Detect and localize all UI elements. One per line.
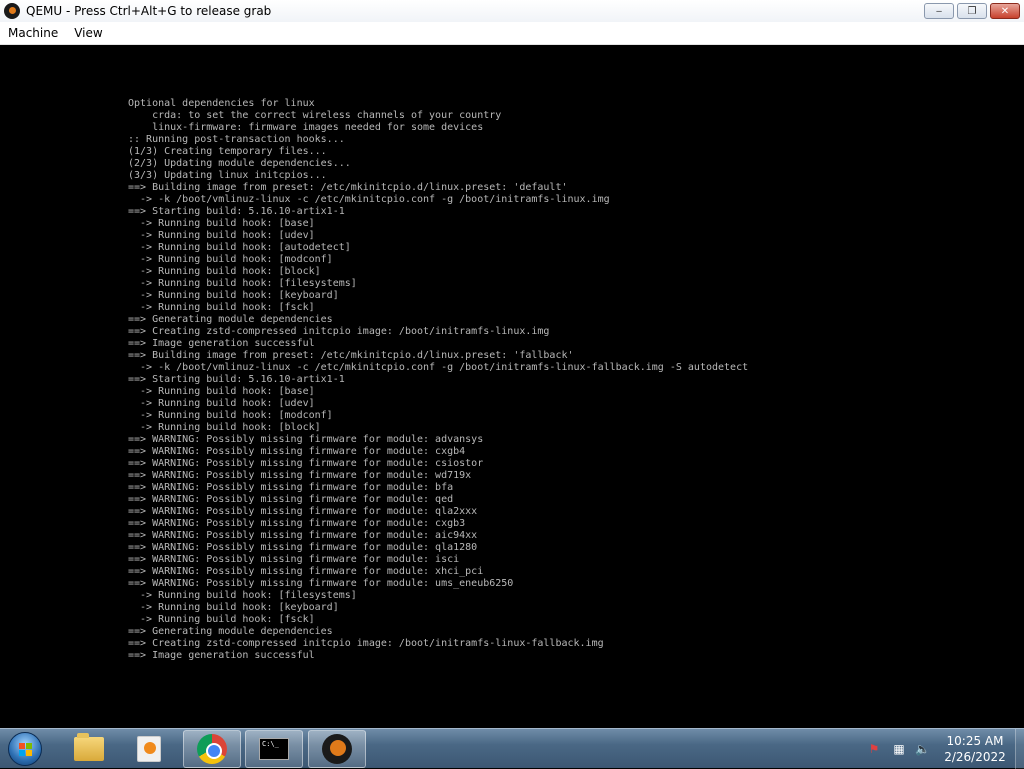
menu-view[interactable]: View xyxy=(66,26,110,40)
console-line: ==> Building image from preset: /etc/mki… xyxy=(128,182,568,193)
console-line: ==> Creating zstd-compressed initcpio im… xyxy=(128,638,604,649)
console-line: -> Running build hook: [block] xyxy=(128,266,321,277)
console-line: -> Running build hook: [modconf] xyxy=(128,410,333,421)
start-button[interactable] xyxy=(8,732,42,766)
media-player-icon xyxy=(137,736,161,762)
console-line: ==> WARNING: Possibly missing firmware f… xyxy=(128,518,466,529)
console-line: -> Running build hook: [filesystems] xyxy=(128,278,357,289)
console-line: ==> WARNING: Possibly missing firmware f… xyxy=(128,494,454,505)
console-line: ==> WARNING: Possibly missing firmware f… xyxy=(128,530,478,541)
console-line: ==> Generating module dependencies xyxy=(128,626,333,637)
clock-time: 10:25 AM xyxy=(946,734,1004,748)
console-line: linux-firmware: firmware images needed f… xyxy=(128,122,484,133)
console-line: ==> Creating zstd-compressed initcpio im… xyxy=(128,326,550,337)
console-line: (3/3) Updating linux initcpios... xyxy=(128,170,327,181)
console-line: ==> WARNING: Possibly missing firmware f… xyxy=(128,470,472,481)
console-line: :: Running post-transaction hooks... xyxy=(128,134,345,145)
console-line: -> Running build hook: [udev] xyxy=(128,230,315,241)
console-line: -> Running build hook: [filesystems] xyxy=(128,590,357,601)
console-line: -> Running build hook: [modconf] xyxy=(128,254,333,265)
system-clock[interactable]: 10:25 AM 2/26/2022 xyxy=(940,733,1010,765)
console-line: ==> Generating module dependencies xyxy=(128,314,333,325)
console-line: Optional dependencies for linux xyxy=(128,98,315,109)
console-line: ==> WARNING: Possibly missing firmware f… xyxy=(128,554,460,565)
console-line: -> -k /boot/vmlinuz-linux -c /etc/mkinit… xyxy=(128,194,610,205)
console-line: -> Running build hook: [autodetect] xyxy=(128,242,351,253)
console-line: ==> WARNING: Possibly missing firmware f… xyxy=(128,566,484,577)
menu-machine[interactable]: Machine xyxy=(0,26,66,40)
vm-display[interactable]: Optional dependencies for linux crda: to… xyxy=(0,46,1024,728)
taskbar: C:\_ ⚑ ▦ 🔈 10:25 AM 2/26/2022 xyxy=(0,728,1024,769)
console-line: -> Running build hook: [block] xyxy=(128,422,321,433)
console-line: -> Running build hook: [base] xyxy=(128,218,315,229)
action-center-flag-icon[interactable]: ⚑ xyxy=(867,742,881,756)
taskbar-chrome-button[interactable] xyxy=(183,730,241,768)
command-prompt-icon: C:\_ xyxy=(259,738,289,760)
console-line: -> Running build hook: [fsck] xyxy=(128,614,315,625)
console-line: ==> WARNING: Possibly missing firmware f… xyxy=(128,458,484,469)
console-line: ==> Starting build: 5.16.10-artix1-1 xyxy=(128,206,345,217)
network-icon[interactable]: ▦ xyxy=(892,742,906,756)
console-line: ==> WARNING: Possibly missing firmware f… xyxy=(128,578,514,589)
console-line: (2/3) Updating module dependencies... xyxy=(128,158,351,169)
show-desktop-button[interactable] xyxy=(1015,729,1024,769)
qemu-app-icon[interactable] xyxy=(4,3,20,19)
qemu-icon xyxy=(322,734,352,764)
folder-icon xyxy=(74,733,104,761)
window-title: QEMU - Press Ctrl+Alt+G to release grab xyxy=(26,4,272,18)
console-line: ==> WARNING: Possibly missing firmware f… xyxy=(128,506,478,517)
console-line: ==> WARNING: Possibly missing firmware f… xyxy=(128,542,478,553)
taskbar-explorer-button[interactable] xyxy=(60,730,118,768)
console-line: -> Running build hook: [base] xyxy=(128,386,315,397)
taskbar-qemu-button[interactable] xyxy=(308,730,366,768)
console-line: ==> Building image from preset: /etc/mki… xyxy=(128,350,574,361)
console-line: -> Running build hook: [keyboard] xyxy=(128,290,339,301)
menubar: Machine View xyxy=(0,22,1024,45)
console-line: -> -k /boot/vmlinuz-linux -c /etc/mkinit… xyxy=(128,362,749,373)
cmd-icon-text: C:\_ xyxy=(262,740,279,748)
console-line: -> Running build hook: [udev] xyxy=(128,398,315,409)
taskbar-cmd-button[interactable]: C:\_ xyxy=(245,730,303,768)
console-line: ==> WARNING: Possibly missing firmware f… xyxy=(128,446,466,457)
close-button[interactable]: ✕ xyxy=(990,3,1020,19)
console-line: ==> WARNING: Possibly missing firmware f… xyxy=(128,482,454,493)
clock-date: 2/26/2022 xyxy=(944,750,1006,764)
console-line: ==> WARNING: Possibly missing firmware f… xyxy=(128,434,484,445)
console-line: ==> Starting build: 5.16.10-artix1-1 xyxy=(128,374,345,385)
taskbar-media-player-button[interactable] xyxy=(120,730,178,768)
console-line: (1/3) Creating temporary files... xyxy=(128,146,327,157)
window-titlebar[interactable]: QEMU - Press Ctrl+Alt+G to release grab … xyxy=(0,0,1024,22)
console-line: -> Running build hook: [keyboard] xyxy=(128,602,339,613)
chrome-icon xyxy=(197,734,227,764)
console-output: Optional dependencies for linux crda: to… xyxy=(128,98,748,662)
console-line: crda: to set the correct wireless channe… xyxy=(128,110,502,121)
console-line: ==> Image generation successful xyxy=(128,338,315,349)
console-line: ==> Image generation successful xyxy=(128,650,315,661)
console-line: -> Running build hook: [fsck] xyxy=(128,302,315,313)
maximize-button[interactable]: ❐ xyxy=(957,3,987,19)
windows-logo-icon xyxy=(19,743,33,757)
minimize-button[interactable]: ‒ xyxy=(924,3,954,19)
volume-icon[interactable]: 🔈 xyxy=(915,742,930,756)
